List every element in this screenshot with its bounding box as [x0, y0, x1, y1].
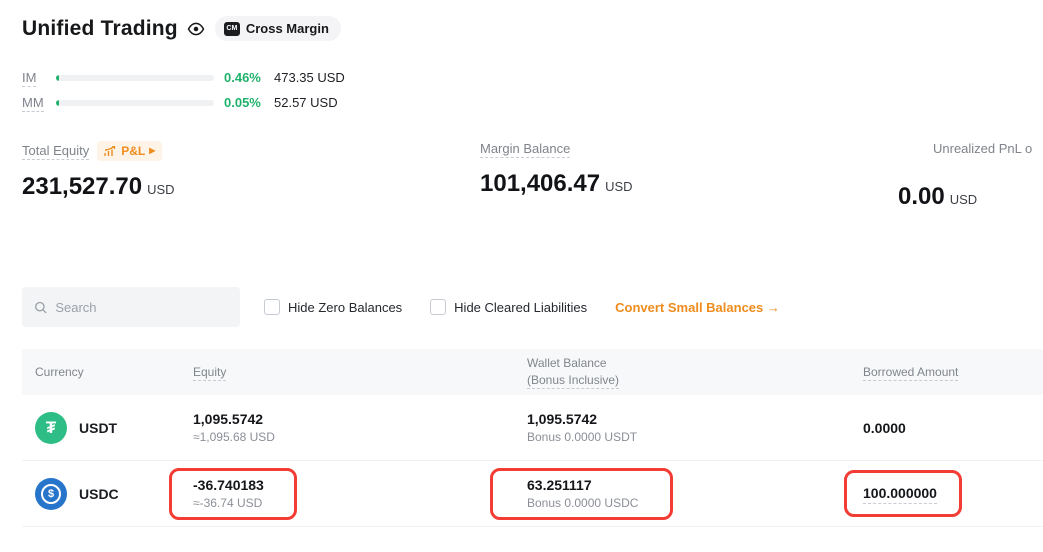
pnl-label: P&L: [121, 144, 145, 158]
usdc-equity-cell: -36.740183 ≈-36.74 USD: [193, 468, 527, 520]
pnl-chart-icon: [104, 146, 117, 157]
page-title: Unified Trading: [22, 17, 178, 41]
usdt-wallet-cell: 1,095.5742 Bonus 0.0000 USDT: [527, 411, 863, 444]
margin-balance-unit: USD: [605, 179, 632, 194]
unrealized-pnl-unit: USD: [950, 192, 977, 207]
unrealized-pnl-label: Unrealized PnL o: [933, 141, 1032, 156]
margin-balance-value: 101,406.47: [480, 170, 600, 197]
cross-margin-label: Cross Margin: [246, 21, 329, 36]
equity-usd-value: ≈-36.74 USD: [193, 496, 264, 510]
usdc-wallet-cell: 63.251117 Bonus 0.0000 USDC: [527, 468, 863, 520]
borrowed-amount-value: 0.0000: [863, 420, 1043, 436]
col-wallet-line2: (Bonus Inclusive): [527, 373, 619, 389]
wallet-balance-value: 1,095.5742: [527, 411, 863, 427]
mm-value: 52.57 USD: [274, 95, 338, 110]
margin-balance-label: Margin Balance: [480, 141, 570, 158]
pnl-badge[interactable]: P&L ▶: [97, 141, 162, 161]
im-label: IM: [22, 70, 36, 87]
checkbox-icon[interactable]: [430, 299, 446, 315]
table-row-usdt[interactable]: ₮ USDT 1,095.5742 ≈1,095.68 USD 1,095.57…: [22, 395, 1043, 461]
mm-progress-bar: [56, 100, 214, 106]
header-row: Unified Trading CM Cross Margin: [0, 0, 1043, 41]
wallet-balance-value: 63.251117: [527, 477, 638, 493]
unrealized-pnl-stat: 0.00 USD: [898, 183, 977, 211]
mm-percent: 0.05%: [224, 95, 274, 110]
equity-usd-value: ≈1,095.68 USD: [193, 430, 527, 444]
mm-progress-fill: [56, 100, 59, 106]
visibility-eye-icon[interactable]: [187, 20, 205, 38]
col-wallet-balance: Wallet Balance (Bonus Inclusive): [527, 355, 863, 390]
account-stats: Total Equity P&L ▶ 231,527.70 USD Margin …: [0, 141, 1043, 223]
table-row-usdc[interactable]: $ USDC -36.740183 ≈-36.74 USD 63.251117 …: [22, 461, 1043, 527]
equity-value: 1,095.5742: [193, 411, 527, 427]
currency-name: USDC: [79, 486, 119, 502]
currency-name: USDT: [79, 420, 117, 436]
col-borrowed-amount: Borrowed Amount: [863, 365, 958, 381]
margin-rates: IM 0.46% 473.35 USD MM 0.05% 52.57 USD: [22, 65, 1043, 115]
im-rate-row: IM 0.46% 473.35 USD: [22, 65, 1043, 90]
col-wallet-line1: Wallet Balance: [527, 356, 607, 370]
balances-table: Currency Equity Wallet Balance (Bonus In…: [22, 349, 1043, 527]
im-progress-bar: [56, 75, 214, 81]
hide-cleared-liabilities-checkbox[interactable]: Hide Cleared Liabilities: [430, 299, 587, 315]
total-equity-label: Total Equity: [22, 143, 89, 160]
convert-small-balances-link[interactable]: Convert Small Balances →: [615, 300, 780, 315]
wallet-bonus-value: Bonus 0.0000 USDC: [527, 496, 638, 510]
usdt-borrowed-cell: 0.0000: [863, 420, 1043, 436]
mm-label: MM: [22, 95, 44, 112]
im-progress-fill: [56, 75, 59, 81]
usdc-coin-icon: $: [35, 478, 67, 510]
usdc-borrowed-cell: 100.000000: [863, 470, 1043, 517]
wallet-bonus-value: Bonus 0.0000 USDT: [527, 430, 863, 444]
annotation-box-equity: -36.740183 ≈-36.74 USD: [169, 468, 297, 520]
unrealized-pnl-value: 0.00: [898, 183, 945, 210]
unified-trading-panel: Unified Trading CM Cross Margin IM 0.46%…: [0, 0, 1043, 552]
cross-margin-icon: CM: [224, 22, 240, 36]
total-equity-stat: Total Equity P&L ▶ 231,527.70 USD: [22, 141, 175, 201]
hide-zero-balances-checkbox[interactable]: Hide Zero Balances: [264, 299, 402, 315]
search-icon: [34, 300, 47, 315]
search-box[interactable]: [22, 287, 240, 327]
total-equity-unit: USD: [147, 182, 174, 197]
hide-zero-balances-label: Hide Zero Balances: [288, 300, 402, 315]
col-currency: Currency: [35, 365, 193, 379]
pnl-caret-icon: ▶: [149, 147, 155, 155]
filter-row: Hide Zero Balances Hide Cleared Liabilit…: [22, 287, 1043, 327]
search-input[interactable]: [55, 300, 228, 315]
annotation-box-wallet: 63.251117 Bonus 0.0000 USDC: [490, 468, 673, 520]
col-equity: Equity: [193, 365, 226, 381]
total-equity-value: 231,527.70: [22, 173, 142, 200]
checkbox-icon[interactable]: [264, 299, 280, 315]
mm-rate-row: MM 0.05% 52.57 USD: [22, 90, 1043, 115]
usdt-coin-icon: ₮: [35, 412, 67, 444]
borrowed-amount-value: 100.000000: [863, 485, 937, 504]
annotation-box-borrowed: 100.000000: [844, 470, 962, 517]
usdt-equity-cell: 1,095.5742 ≈1,095.68 USD: [193, 411, 527, 444]
hide-cleared-liabilities-label: Hide Cleared Liabilities: [454, 300, 587, 315]
table-header-row: Currency Equity Wallet Balance (Bonus In…: [22, 349, 1043, 395]
im-value: 473.35 USD: [274, 70, 345, 85]
cross-margin-badge[interactable]: CM Cross Margin: [215, 16, 341, 41]
im-percent: 0.46%: [224, 70, 274, 85]
margin-balance-stat: Margin Balance 101,406.47 USD: [480, 141, 633, 198]
equity-value: -36.740183: [193, 477, 264, 493]
